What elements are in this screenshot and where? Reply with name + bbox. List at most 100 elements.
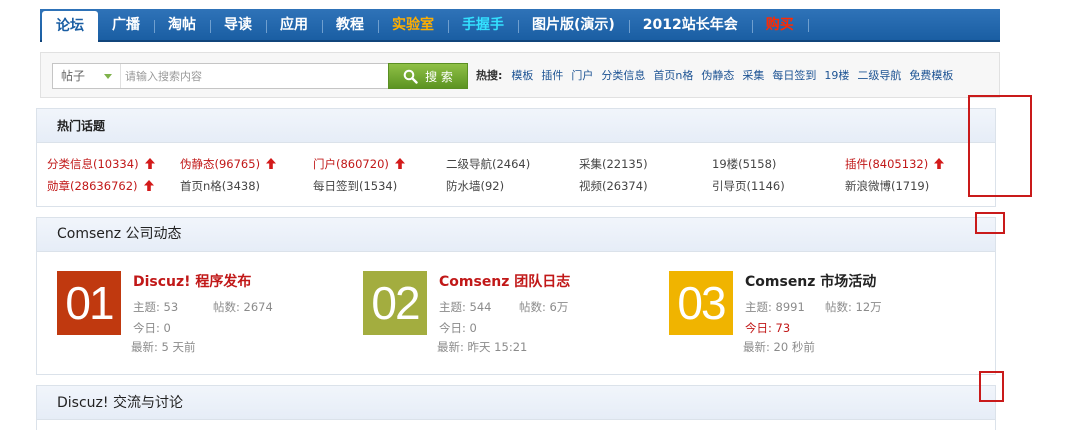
nav-tab-handshake[interactable]: 手握手	[448, 11, 518, 40]
forum-badge-icon[interactable]: 03	[669, 271, 733, 335]
hot-topic-link[interactable]: 新浪微博(1719)	[845, 178, 929, 194]
hot-topic-link[interactable]: 每日签到(1534)	[313, 178, 397, 194]
hot-topic-label: 伪静态(96765)	[180, 157, 261, 171]
hot-search-link[interactable]: 伪静态	[701, 67, 734, 83]
discuss-panel: Discuz! 交流与讨论	[36, 385, 996, 430]
hot-topic-label: 19楼(5158)	[712, 157, 777, 171]
forum-badge-icon[interactable]: 02	[363, 271, 427, 335]
forum-title-link[interactable]: Comsenz 市场活动	[745, 271, 876, 291]
hot-search-link[interactable]: 采集	[742, 67, 764, 83]
company-news-panel: Comsenz 公司动态 01 Discuz! 程序发布主题: 53 帖数: 267…	[36, 217, 996, 375]
hot-search-link[interactable]: 19楼	[824, 67, 849, 83]
hot-topic-link[interactable]: 19楼(5158)	[712, 156, 776, 172]
forum-today-count: 今日: 73	[745, 320, 790, 336]
hot-search-link[interactable]: 分类信息	[601, 67, 645, 83]
forum-today-count-value: 0	[163, 321, 171, 335]
hot-topic-link[interactable]: 采集(22135)	[579, 156, 648, 172]
hot-topic-link[interactable]: 视频(26374)	[579, 178, 648, 194]
forum-post-count: 帖数: 12万	[825, 299, 882, 315]
nav-tab-forum[interactable]: 论坛	[42, 11, 98, 42]
forum-topic-count: 主题: 8991	[745, 299, 805, 315]
forum-today-count-label: 今日:	[745, 321, 772, 335]
hot-search-link[interactable]: 免费模板	[909, 67, 953, 83]
search-bar: 帖子 搜 索 热搜: 模板 插件 门户 分类信息 首页n格 伪静态 采集 每日签…	[40, 52, 1000, 98]
nav-tab-guide[interactable]: 导读	[210, 11, 266, 40]
hot-search-link[interactable]: 每日签到	[772, 67, 816, 83]
forum-post-count-value: 12万	[855, 300, 882, 314]
forum-title-link[interactable]: Comsenz 团队日志	[439, 271, 570, 291]
forum-latest-post-label: 最新:	[131, 340, 158, 354]
hot-topic-label: 采集(22135)	[579, 157, 648, 171]
nav-tab-lab[interactable]: 实验室	[378, 11, 448, 40]
search-type-label: 帖子	[61, 69, 86, 83]
hot-topic-link[interactable]: 首页n格(3438)	[180, 178, 260, 194]
forum-today-count: 今日: 0	[133, 320, 171, 336]
forum-latest-post-value[interactable]: 20 秒前	[774, 340, 815, 354]
hot-topic-link[interactable]: 门户(860720)	[313, 156, 405, 172]
hot-topic-label: 每日签到(1534)	[313, 179, 398, 193]
hot-topic-link[interactable]: 二级导航(2464)	[446, 156, 530, 172]
forum-topic-count-label: 主题:	[745, 300, 772, 314]
nav-tab-buy[interactable]: 购买	[751, 11, 808, 40]
hot-search-link[interactable]: 首页n格	[653, 67, 693, 83]
hot-topics-list: 分类信息(10334) 伪静态(96765) 门户(860720) 二级导航(2464…	[37, 143, 995, 207]
forum-topic-count-label: 主题:	[439, 300, 466, 314]
nav-tab-webmaster-conference[interactable]: 2012站长年会	[628, 11, 752, 40]
forum-today-count-value: 0	[469, 321, 477, 335]
forum-topic-count: 主题: 53	[133, 299, 178, 315]
nav-tab-collection[interactable]: 淘帖	[154, 11, 210, 40]
nav-tab-broadcast[interactable]: 广播	[98, 11, 154, 40]
main-nav: 论坛 广播 淘帖 导读 应用 教程 实验室 手握手 图片版(演示) 2012站长…	[40, 9, 1000, 42]
hot-search-link[interactable]: 二级导航	[857, 67, 901, 83]
hot-topic-link[interactable]: 引导页(1146)	[712, 178, 785, 194]
nav-divider	[807, 19, 809, 32]
hot-topic-label: 门户(860720)	[313, 157, 389, 171]
hot-topic-link[interactable]: 伪静态(96765)	[180, 156, 277, 172]
chevron-down-icon	[104, 74, 112, 79]
search-type-select[interactable]: 帖子	[53, 64, 121, 88]
hot-topics-panel: 热门话题 分类信息(10334) 伪静态(96765) 门户(860720) 二级导航…	[36, 108, 996, 207]
forum-post-count-value: 2674	[243, 300, 273, 314]
highlight-box	[979, 371, 1004, 402]
forum-latest-post-value[interactable]: 5 天前	[162, 340, 196, 354]
hot-topic-link[interactable]: 插件(8405132)	[845, 156, 945, 172]
forum-post-count-label: 帖数:	[213, 300, 240, 314]
hot-search-words: 热搜: 模板 插件 门户 分类信息 首页n格 伪静态 采集 每日签到 19楼 二…	[476, 67, 961, 83]
search-button[interactable]: 搜 索	[388, 63, 468, 89]
forum-latest-post: 最新: 昨天 15:21	[437, 339, 527, 355]
discuss-title: Discuz! 交流与讨论	[37, 386, 995, 420]
forum-latest-post: 最新: 5 天前	[131, 339, 196, 355]
hot-topic-link[interactable]: 防水墙(92)	[446, 178, 504, 194]
forum-badge-icon[interactable]: 01	[57, 271, 121, 335]
forum-latest-post-label: 最新:	[437, 340, 464, 354]
highlight-box	[975, 212, 1005, 234]
hot-topic-label: 首页n格(3438)	[180, 179, 261, 193]
nav-tab-apps[interactable]: 应用	[266, 11, 322, 40]
hot-search-link[interactable]: 门户	[571, 67, 593, 83]
search-box: 帖子 搜 索	[52, 63, 468, 89]
hot-topic-label: 插件(8405132)	[845, 157, 929, 171]
company-news-title: Comsenz 公司动态	[37, 218, 995, 252]
forum-today-count-value: 73	[775, 321, 791, 335]
forum-today-count-label: 今日:	[133, 321, 160, 335]
forum-latest-post-value[interactable]: 昨天 15:21	[468, 340, 528, 354]
nav-tab-picture-demo[interactable]: 图片版(演示)	[518, 11, 629, 40]
search-icon	[403, 69, 418, 84]
forum-post-count: 帖数: 2674	[213, 299, 273, 315]
forum-title-link[interactable]: Discuz! 程序发布	[133, 271, 251, 291]
hot-topic-label: 新浪微博(1719)	[845, 179, 930, 193]
hot-search-link[interactable]: 插件	[541, 67, 563, 83]
arrow-up-icon	[934, 158, 945, 169]
hot-topic-label: 勋章(28636762)	[47, 179, 138, 193]
search-button-label: 搜 索	[425, 69, 453, 84]
hot-search-link[interactable]: 模板	[511, 67, 533, 83]
hot-topic-link[interactable]: 勋章(28636762)	[47, 178, 154, 194]
arrow-up-icon	[266, 158, 277, 169]
hot-topic-label: 分类信息(10334)	[47, 157, 139, 171]
forum-latest-post: 最新: 20 秒前	[743, 339, 815, 355]
search-input[interactable]	[125, 66, 387, 86]
forum-topic-count-label: 主题:	[133, 300, 160, 314]
hot-topic-link[interactable]: 分类信息(10334)	[47, 156, 155, 172]
highlight-box	[968, 95, 1032, 197]
nav-tab-tutorial[interactable]: 教程	[322, 11, 378, 40]
